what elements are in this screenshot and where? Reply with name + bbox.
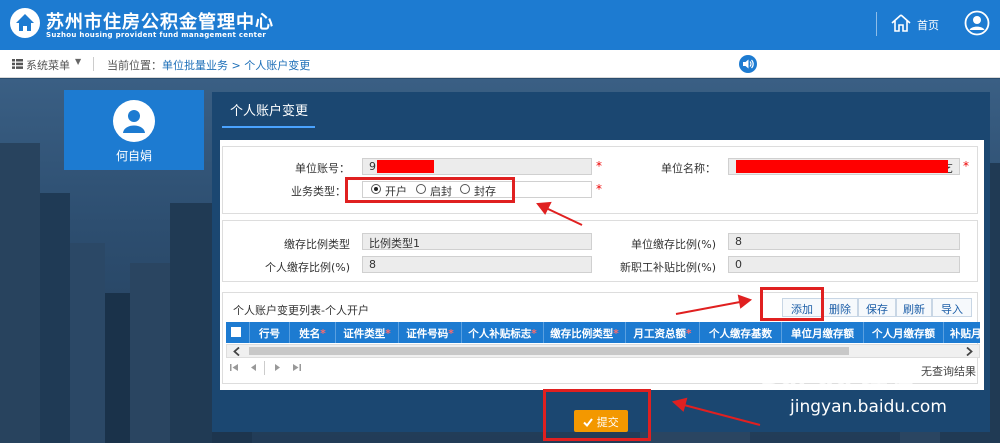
watermark-url: jingyan.baidu.com: [790, 397, 947, 417]
baidu-watermark: Bai du 经验: [760, 361, 914, 391]
